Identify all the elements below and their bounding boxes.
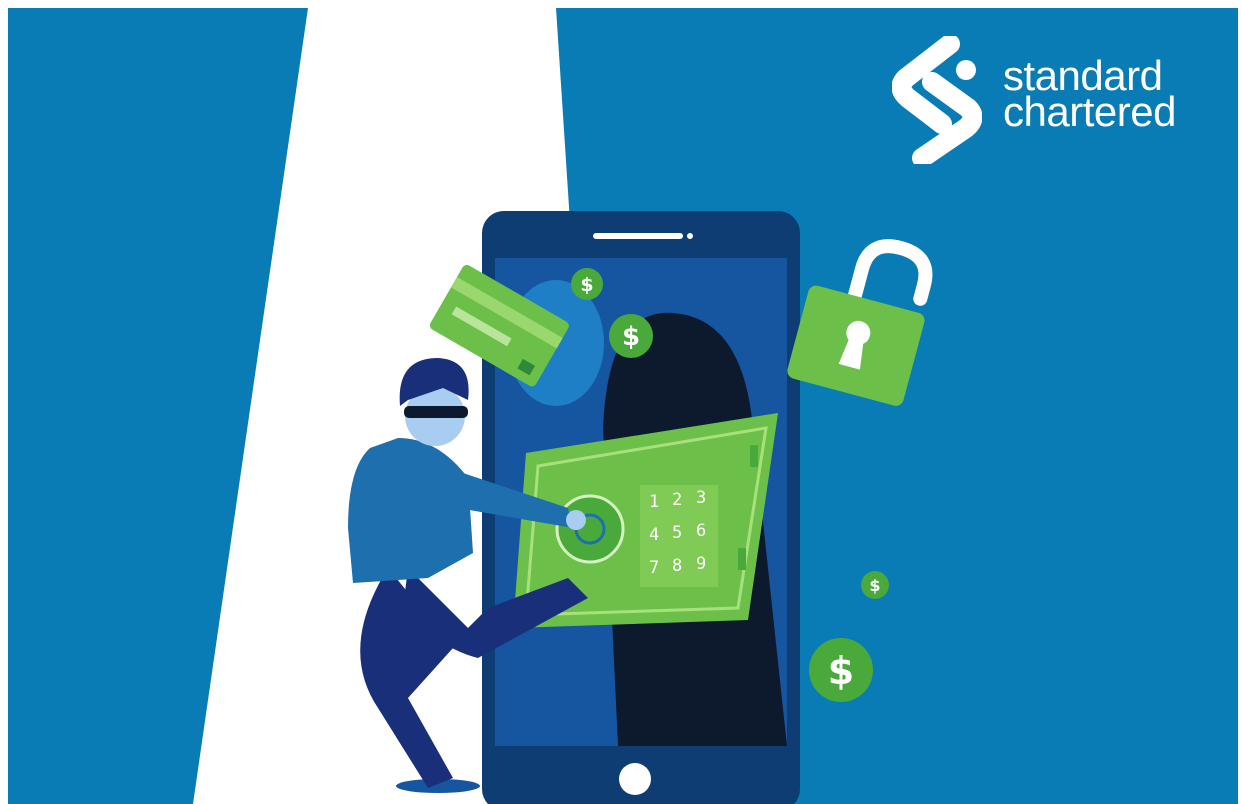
svg-text:$: $ [869, 576, 880, 595]
key-9: 9 [696, 554, 706, 574]
keypad: 1 2 3 4 5 6 7 8 9 [649, 488, 706, 578]
padlock-icon [787, 239, 933, 406]
banner: 1 2 3 4 5 6 7 8 9 $ $ $ $ standard chart… [8, 8, 1238, 804]
brand-wordmark: standard chartered [1003, 55, 1176, 135]
key-7: 7 [649, 558, 659, 578]
key-3: 3 [696, 488, 706, 508]
key-5: 5 [672, 523, 682, 543]
standard-chartered-logo-icon [892, 36, 982, 164]
key-4: 4 [649, 525, 659, 545]
key-6: 6 [696, 521, 706, 541]
brand-line-2: chartered [1003, 88, 1176, 135]
key-2: 2 [672, 490, 682, 510]
key-8: 8 [672, 556, 682, 576]
svg-text:$: $ [622, 322, 640, 352]
svg-text:$: $ [828, 649, 854, 693]
svg-text:$: $ [580, 274, 593, 296]
key-1: 1 [649, 492, 659, 512]
